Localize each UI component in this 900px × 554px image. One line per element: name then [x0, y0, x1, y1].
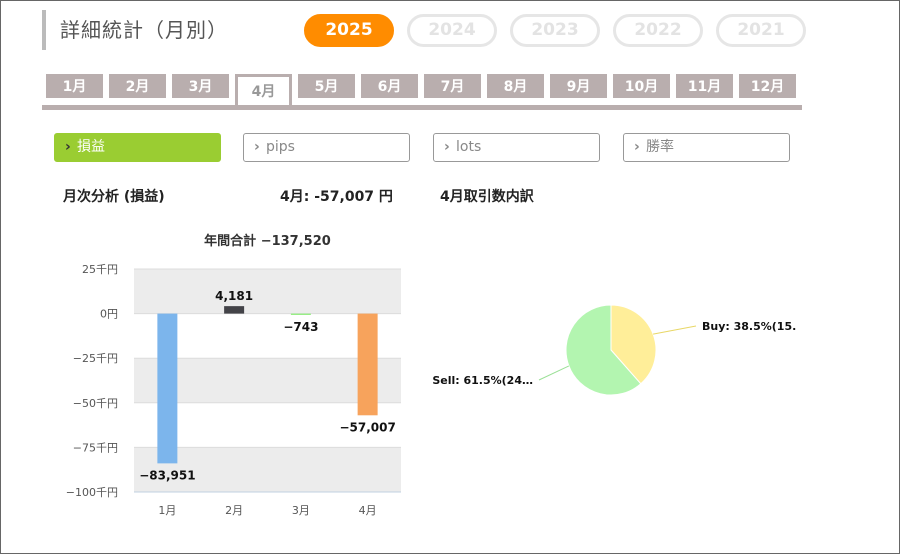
bar-1月 [157, 313, 178, 464]
charts-canvas: 25千円 0円 −25千円 −50千円 −75千円 −100千円 年間合計 −137,520… [66, 233, 797, 517]
x-tick-label: 4月 [359, 504, 377, 517]
y-tick-label: −75千円 [73, 441, 118, 454]
pie-label-sell: Sell: 61.5%(24… [432, 374, 533, 387]
pie-connector [538, 365, 570, 381]
x-tick-label: 3月 [292, 504, 310, 517]
grid-band [134, 269, 401, 314]
pie-label-buy: Buy: 38.5%(15. [702, 320, 796, 333]
bar-chart-title: 年間合計 −137,520 [204, 233, 331, 249]
y-tick-label: −50千円 [73, 397, 118, 410]
x-tick-label: 2月 [225, 504, 243, 517]
y-tick-label: 25千円 [82, 263, 118, 276]
data-label: 4,181 [215, 289, 253, 303]
bar-4月 [357, 313, 378, 416]
x-tick-label: 1月 [158, 504, 176, 517]
data-label: −57,007 [339, 420, 395, 434]
data-label: −83,951 [139, 468, 195, 482]
y-tick-label: −25千円 [73, 352, 118, 365]
y-tick-label: 0円 [100, 308, 118, 321]
pie-connector [653, 325, 697, 335]
bar-3月 [290, 313, 311, 315]
data-label: −743 [283, 320, 318, 334]
bar-2月 [224, 306, 245, 314]
y-tick-label: −100千円 [66, 486, 118, 499]
